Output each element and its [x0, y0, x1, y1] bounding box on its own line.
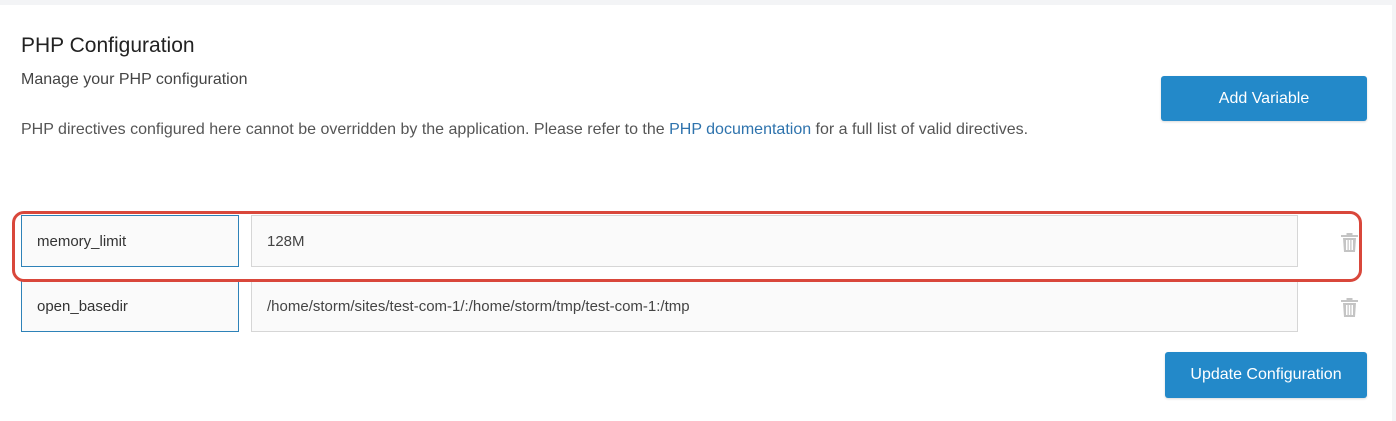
variable-key-input[interactable]: open_basedir — [21, 280, 239, 332]
variable-value-input[interactable]: 128M — [251, 215, 1298, 267]
variable-row: open_basedir /home/storm/sites/test-com-… — [0, 279, 1392, 334]
description-text-after: for a full list of valid directives. — [811, 121, 1029, 138]
variable-row: memory_limit 128M — [0, 214, 1392, 269]
php-configuration-panel: PHP Configuration Manage your PHP config… — [0, 5, 1392, 421]
trash-icon[interactable] — [1341, 233, 1358, 252]
trash-icon[interactable] — [1341, 298, 1358, 317]
section-description: PHP directives configured here cannot be… — [21, 115, 1111, 144]
update-configuration-button[interactable]: Update Configuration — [1165, 352, 1367, 398]
add-variable-button[interactable]: Add Variable — [1161, 76, 1367, 121]
php-documentation-link[interactable]: PHP documentation — [669, 121, 811, 138]
section-title: PHP Configuration — [21, 34, 195, 57]
section-subtitle: Manage your PHP configuration — [21, 71, 248, 88]
variable-value-input[interactable]: /home/storm/sites/test-com-1/:/home/stor… — [251, 280, 1298, 332]
description-text-before: PHP directives configured here cannot be… — [21, 121, 670, 138]
variable-key-input[interactable]: memory_limit — [21, 215, 239, 267]
